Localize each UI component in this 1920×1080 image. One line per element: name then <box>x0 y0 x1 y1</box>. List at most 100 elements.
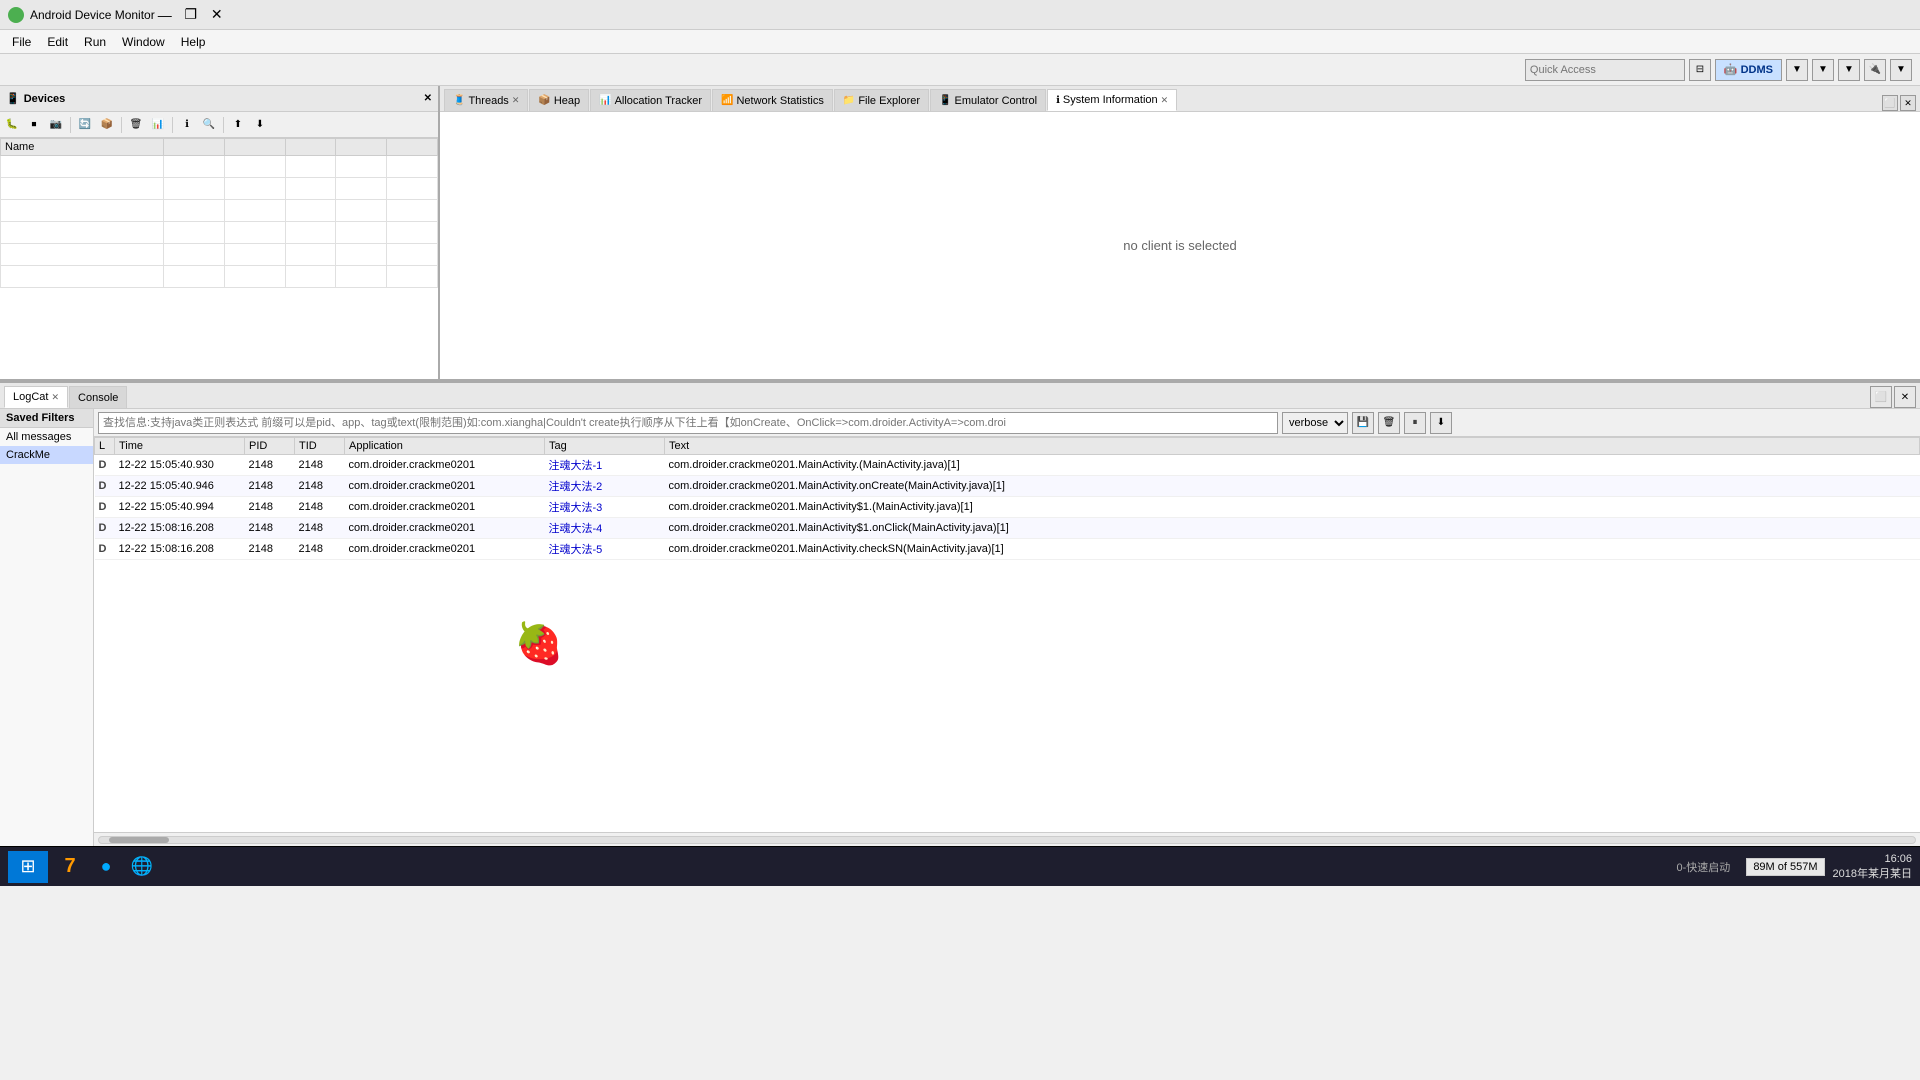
ptb-debug-btn[interactable]: 🐛 <box>2 115 22 135</box>
device-col5 <box>336 244 387 266</box>
col-text-header: Text <box>665 438 1920 455</box>
clock-date: 2018年某月某日 <box>1833 865 1912 881</box>
menu-file[interactable]: File <box>4 33 39 51</box>
table-row <box>1 222 438 244</box>
device-col5 <box>336 178 387 200</box>
tab-sysinfo[interactable]: ℹ System Information ✕ <box>1047 89 1177 111</box>
tab-threads[interactable]: 🧵 Threads ✕ <box>444 89 528 111</box>
log-tid: 2148 <box>295 539 345 560</box>
log-level: D <box>95 539 115 560</box>
logcat-search-input[interactable] <box>98 412 1278 434</box>
col-5-header <box>336 139 387 156</box>
taskbar-icon-circle[interactable]: ● <box>88 849 124 885</box>
ptb-dump-btn[interactable]: ⬆ <box>228 115 248 135</box>
log-app: com.droider.crackme0201 <box>345 455 545 476</box>
toolbar-icon-btn-1[interactable]: ⊟ <box>1689 59 1711 81</box>
menu-help[interactable]: Help <box>173 33 214 51</box>
ptb-alloc-btn[interactable]: 📊 <box>148 115 168 135</box>
device-col5 <box>336 200 387 222</box>
window-controls: — ❐ ✕ <box>155 5 227 25</box>
device-col6 <box>387 156 438 178</box>
ptb-update-threads-btn[interactable]: 🔄 <box>75 115 95 135</box>
ptb-stop-btn[interactable]: ⏹ <box>24 115 44 135</box>
table-row <box>1 178 438 200</box>
log-table-row: D 12-22 15:05:40.994 2148 2148 com.droid… <box>95 497 1920 518</box>
bottom-restore-btn[interactable]: ✕ <box>1894 386 1916 408</box>
verbose-select[interactable]: verbose debug info warn error <box>1282 412 1348 434</box>
toolbar-dropdown-btn-3[interactable]: ▼ <box>1838 59 1860 81</box>
maximize-right-panel-btn[interactable]: ⬜ <box>1882 95 1898 111</box>
minimize-button[interactable]: — <box>155 5 175 25</box>
taskbar-start-button[interactable]: ⊞ <box>8 851 48 883</box>
ptb-screen-btn[interactable]: 🔍 <box>199 115 219 135</box>
tab-sysinfo-close[interactable]: ✕ <box>1161 95 1169 106</box>
taskbar-icon-7[interactable]: 7 <box>52 849 88 885</box>
quick-access-input[interactable] <box>1525 59 1685 81</box>
log-app: com.droider.crackme0201 <box>345 518 545 539</box>
tab-network-label: Network Statistics <box>736 95 823 107</box>
maximize-button[interactable]: ❐ <box>181 5 201 25</box>
device-name-cell <box>1 156 164 178</box>
close-button[interactable]: ✕ <box>207 5 227 25</box>
menu-run[interactable]: Run <box>76 33 114 51</box>
logcat-save-btn[interactable]: 💾 <box>1352 412 1374 434</box>
logcat-toggle-btn[interactable]: ⏸ <box>1404 412 1426 434</box>
tab-file-explorer[interactable]: 📁 File Explorer <box>834 89 929 111</box>
ptb-screenshot-btn[interactable]: 📷 <box>46 115 66 135</box>
h-scroll-thumb[interactable] <box>109 837 169 843</box>
tab-network[interactable]: 📶 Network Statistics <box>712 89 833 111</box>
device-col6 <box>387 222 438 244</box>
menu-window[interactable]: Window <box>114 33 173 51</box>
logcat-clear-btn[interactable]: 🗑 <box>1378 412 1400 434</box>
tab-logcat-close[interactable]: ✕ <box>51 392 59 403</box>
toolbar-dropdown-btn-4[interactable]: 🔌 <box>1864 59 1886 81</box>
toolbar-dropdown-btn-5[interactable]: ▼ <box>1890 59 1912 81</box>
table-row <box>1 266 438 288</box>
toolbar: ⊟ 🤖 DDMS ▼ ▼ ▼ 🔌 ▼ <box>0 54 1920 86</box>
devices-panel-header: 📱 Devices ✕ <box>0 86 438 112</box>
restore-right-panel-btn[interactable]: ✕ <box>1900 95 1916 111</box>
devices-close-icon[interactable]: ✕ <box>424 93 432 104</box>
network-icon: 📶 <box>721 95 733 106</box>
h-scroll-track[interactable] <box>98 836 1916 844</box>
filters-sidebar: Saved Filters All messages CrackMe <box>0 409 94 846</box>
device-col2 <box>163 222 224 244</box>
tab-sysinfo-label: System Information <box>1063 94 1158 106</box>
tab-heap[interactable]: 📦 Heap <box>529 89 589 111</box>
tab-emulator[interactable]: 📱 Emulator Control <box>930 89 1046 111</box>
tab-console[interactable]: Console <box>69 386 127 408</box>
log-pid: 2148 <box>245 476 295 497</box>
devices-icon: 📱 <box>6 92 20 105</box>
ddms-button[interactable]: 🤖 DDMS <box>1715 59 1782 81</box>
tab-logcat[interactable]: LogCat ✕ <box>4 386 68 408</box>
log-time: 12-22 15:05:40.994 <box>115 497 245 518</box>
device-col3 <box>224 244 285 266</box>
log-app: com.droider.crackme0201 <box>345 497 545 518</box>
log-tag: 注魂大法-2 <box>545 476 665 497</box>
taskbar-icon-browser[interactable]: 🌐 <box>124 849 160 885</box>
no-client-message: no client is selected <box>1123 238 1236 253</box>
ptb-method-btn[interactable]: ⬇ <box>250 115 270 135</box>
tab-threads-close[interactable]: ✕ <box>512 95 520 106</box>
log-time: 12-22 15:05:40.946 <box>115 476 245 497</box>
filter-all-messages[interactable]: All messages <box>0 428 93 446</box>
menu-bar: File Edit Run Window Help <box>0 30 1920 54</box>
filter-crackme[interactable]: CrackMe <box>0 446 93 464</box>
memory-label: 89M of 557M <box>1753 861 1817 873</box>
logcat-scroll-btn[interactable]: ⬇ <box>1430 412 1452 434</box>
ptb-gc-btn[interactable]: 🗑 <box>126 115 146 135</box>
log-text: com.droider.crackme0201.MainActivity$1.o… <box>665 518 1920 539</box>
device-name-cell <box>1 266 164 288</box>
menu-edit[interactable]: Edit <box>39 33 76 51</box>
tab-allocation[interactable]: 📊 Allocation Tracker <box>590 89 711 111</box>
saved-filters-label: Saved Filters <box>6 412 74 424</box>
ptb-update-heap-btn[interactable]: 📦 <box>97 115 117 135</box>
ptb-sysinfo-btn[interactable]: ℹ <box>177 115 197 135</box>
bottom-maximize-btn[interactable]: ⬜ <box>1870 386 1892 408</box>
col-pid-header: PID <box>245 438 295 455</box>
device-col2 <box>163 178 224 200</box>
toolbar-dropdown-btn-1[interactable]: ▼ <box>1786 59 1808 81</box>
toolbar-dropdown-btn-2[interactable]: ▼ <box>1812 59 1834 81</box>
logcat-toolbar: verbose debug info warn error 💾 🗑 ⏸ ⬇ <box>94 409 1920 437</box>
col-name-header: Name <box>1 139 164 156</box>
